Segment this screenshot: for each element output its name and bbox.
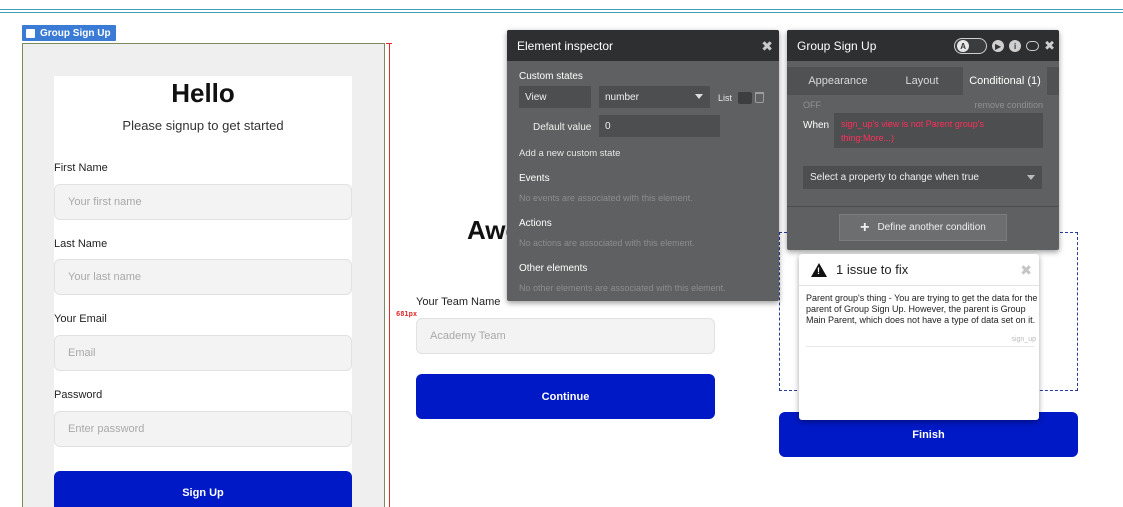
tab-appearance[interactable]: Appearance [787,67,889,95]
state-name-input[interactable]: View [519,86,591,108]
signup-title: Hello [171,78,235,108]
style-toggle-knob: A [957,40,970,52]
warning-icon: ! [811,262,827,277]
list-checkbox[interactable] [738,92,752,104]
issue-message[interactable]: Parent group's thing - You are trying to… [806,293,1038,326]
custom-states-heading: Custom states [519,71,583,82]
chevron-down-icon [695,94,703,99]
issue-title: 1 issue to fix [836,262,909,277]
divider [806,346,1034,347]
sign-up-button[interactable]: Sign Up [54,471,352,507]
continue-button[interactable]: Continue [416,374,715,419]
default-value-input[interactable]: 0 [599,115,720,137]
group-tag-label: Group Sign Up [40,27,111,39]
inspector-title: Element inspector [517,38,614,53]
property-tabs: Appearance Layout Conditional (1) [787,67,1059,95]
events-empty-text: No events are associated with this eleme… [519,193,693,203]
chevron-down-icon [1027,175,1035,180]
email-input[interactable]: Email [54,335,352,371]
state-type-value: number [605,91,639,103]
state-type-select[interactable]: number [599,86,710,108]
top-rule-2 [0,12,1123,13]
property-select[interactable]: Select a property to change when true [803,166,1042,189]
list-label: List [718,93,733,103]
play-icon[interactable]: ▶ [992,40,1005,52]
remove-condition-link[interactable]: remove condition [974,100,1043,110]
issue-element-tag: sign_up [1011,336,1036,343]
property-editor-header[interactable]: Group Sign Up A ▶ i ✖ [787,30,1059,61]
trash-icon[interactable] [755,92,764,103]
events-heading: Events [519,173,550,184]
header-icons: A ▶ i ✖ [954,38,1055,54]
last-name-label: Last Name [54,238,108,250]
info-icon[interactable]: i [1009,40,1022,52]
ruler-guide [389,43,390,507]
close-icon[interactable]: ✖ [761,38,773,55]
close-icon[interactable]: ✖ [1020,262,1032,279]
last-name-input[interactable]: Your last name [54,259,352,295]
property-editor-panel: Group Sign Up A ▶ i ✖ Appearance Layout … [787,30,1059,250]
divider [787,206,1059,207]
when-label: When [803,120,830,131]
property-editor-title: Group Sign Up [797,38,877,53]
plus-icon: + [860,218,870,236]
team-name-label: Your Team Name [416,296,501,308]
checkbox-icon [26,28,35,38]
other-elements-heading: Other elements [519,263,588,274]
issue-header: ! 1 issue to fix ✖ [799,254,1039,286]
team-name-input[interactable]: Academy Team [416,318,715,354]
default-value-label: Default value [533,122,592,133]
close-icon[interactable]: ✖ [1044,38,1055,54]
comment-icon[interactable] [1026,41,1040,51]
width-label: 681px [396,310,418,318]
first-name-label: First Name [54,162,108,174]
add-custom-state-link[interactable]: Add a new custom state [519,148,620,159]
actions-heading: Actions [519,218,552,229]
inspector-header[interactable]: Element inspector ✖ [507,30,779,61]
password-input[interactable]: Enter password [54,411,352,447]
group-sign-up-tag[interactable]: Group Sign Up [22,25,116,41]
element-inspector-panel: Element inspector ✖ Custom states View n… [507,30,779,301]
style-toggle[interactable]: A [954,38,988,54]
issue-panel: ! 1 issue to fix ✖ Parent group's thing … [799,254,1039,420]
tab-conditional[interactable]: Conditional (1) [963,67,1047,95]
define-condition-label: Define another condition [877,222,986,233]
condition-off-label[interactable]: OFF [803,100,821,110]
define-condition-button[interactable]: + Define another condition [839,214,1007,241]
tab-layout[interactable]: Layout [889,67,955,95]
top-rule [0,9,1123,10]
other-elements-empty-text: No other elements are associated with th… [519,283,726,293]
first-name-input[interactable]: Your first name [54,184,352,220]
signup-subtitle: Please signup to get started [122,118,284,133]
property-select-value: Select a property to change when true [810,172,979,183]
actions-empty-text: No actions are associated with this elem… [519,238,695,248]
email-label: Your Email [54,313,107,325]
condition-expression[interactable]: sign_up's view is not Parent group's thi… [834,113,1043,148]
password-label: Password [54,389,103,401]
